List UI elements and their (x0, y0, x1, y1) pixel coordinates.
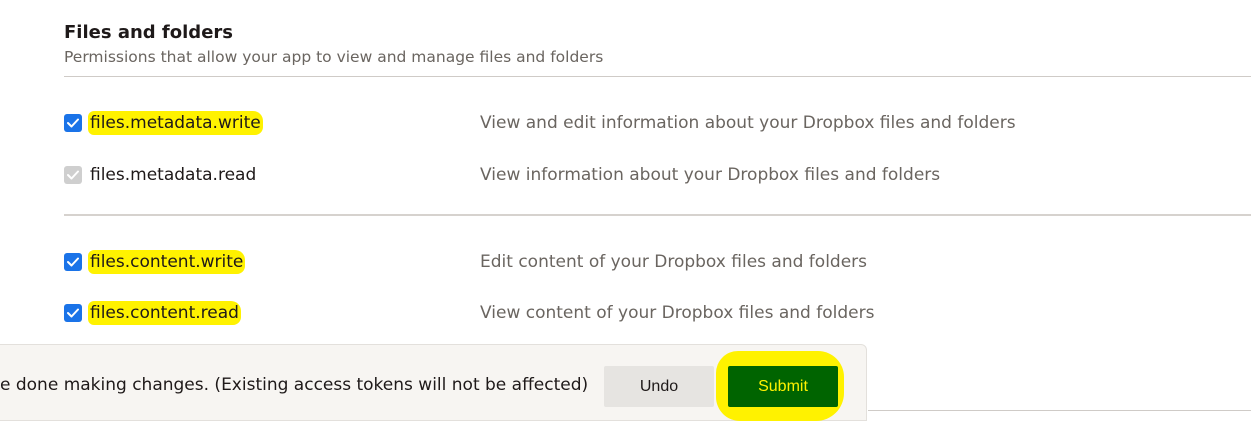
scope-description: Edit content of your Dropbox files and f… (480, 252, 868, 272)
check-icon (67, 257, 79, 267)
unsaved-changes-message: e done making changes. (Existing access … (0, 375, 589, 395)
checkbox-files-metadata-read (64, 166, 82, 184)
scope-description: View content of your Dropbox files and f… (480, 303, 875, 323)
scope-label: files.metadata.read (90, 165, 257, 185)
scope-description: View and edit information about your Dro… (480, 113, 1016, 133)
checkbox-files-content-read[interactable] (64, 304, 82, 322)
scope-description: View information about your Dropbox file… (480, 165, 941, 185)
check-icon (67, 170, 79, 180)
permission-row-files-content-write: files.content.write Edit content of your… (64, 248, 1164, 278)
scope-label: files.metadata.write (88, 111, 263, 135)
permissions-page: Files and folders Permissions that allow… (0, 0, 1251, 421)
divider (64, 76, 1251, 77)
checkbox-files-metadata-write[interactable] (64, 114, 82, 132)
section-title: Files and folders (64, 22, 233, 43)
check-icon (67, 118, 79, 128)
unsaved-changes-bar: e done making changes. (Existing access … (0, 344, 867, 421)
checkbox-files-content-write[interactable] (64, 253, 82, 271)
section-subtitle: Permissions that allow your app to view … (64, 48, 604, 66)
check-icon (67, 308, 79, 318)
permission-row-files-metadata-read: files.metadata.read View information abo… (64, 161, 1164, 191)
scope-label: files.content.read (88, 301, 241, 325)
submit-button[interactable]: Submit (728, 366, 838, 407)
scope-label: files.content.write (88, 250, 246, 274)
permission-row-files-metadata-write: files.metadata.write View and edit infor… (64, 109, 1164, 139)
permission-row-files-content-read: files.content.read View content of your … (64, 299, 1164, 329)
divider (64, 214, 1251, 216)
divider (868, 410, 1251, 411)
undo-button[interactable]: Undo (604, 366, 714, 407)
